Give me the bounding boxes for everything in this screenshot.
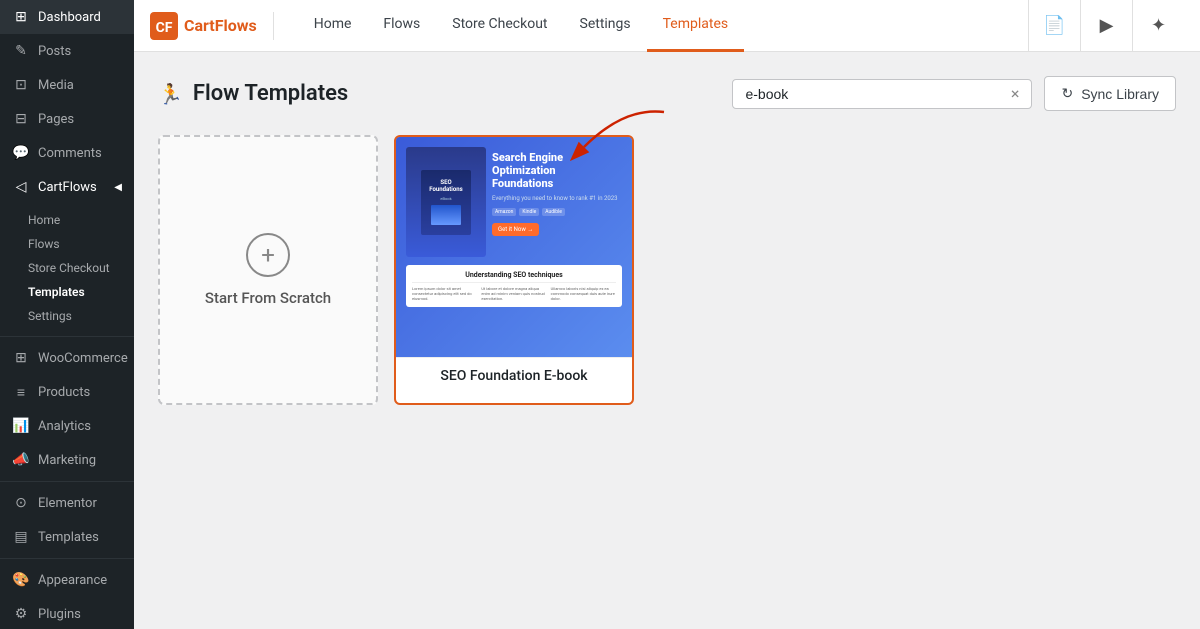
sidebar-item-cartflows[interactable]: ◁ CartFlows ◀ <box>0 170 134 204</box>
templates-grid: + Start From Scratch SEOFoundations eBoo… <box>158 135 1176 405</box>
sidebar-item-posts[interactable]: ✎ Posts <box>0 34 134 68</box>
video-icon-button[interactable]: ▶ <box>1080 0 1132 52</box>
sidebar-item-products[interactable]: ≡ Products <box>0 375 134 409</box>
template-card-seo-foundation[interactable]: SEOFoundations eBook Search EngineOptimi… <box>394 135 634 405</box>
page-header: 🏃 Flow Templates × ↻ Sync Library <box>158 76 1176 111</box>
search-input[interactable] <box>745 86 1002 102</box>
seo-book-cover: SEOFoundations eBook <box>406 147 486 257</box>
search-clear-button[interactable]: × <box>1011 86 1020 102</box>
plus-icon: + <box>246 233 290 277</box>
video-icon: ▶ <box>1100 15 1114 36</box>
submenu-flows[interactable]: Flows <box>0 232 134 256</box>
sidebar-item-plugins[interactable]: ⚙ Plugins <box>0 597 134 629</box>
elementor-icon: ⊙ <box>12 494 30 512</box>
nav-templates[interactable]: Templates <box>647 0 745 52</box>
docs-icon-button[interactable]: 📄 <box>1028 0 1080 52</box>
top-navigation: CF CartFlows Home Flows Store Checkout S… <box>134 0 1200 52</box>
analytics-icon: 📊 <box>12 417 30 435</box>
comments-icon: 💬 <box>12 144 30 162</box>
brand-logo: CF CartFlows <box>150 12 274 40</box>
submenu-templates[interactable]: Templates <box>0 280 134 304</box>
seo-col-1: Lorem ipsum dolor sit amet consectetur a… <box>412 286 477 301</box>
submenu-settings[interactable]: Settings <box>0 304 134 328</box>
submenu-home[interactable]: Home <box>0 208 134 232</box>
seo-right-content: Search EngineOptimizationFoundations Eve… <box>492 147 622 257</box>
seo-main-headline: Search EngineOptimizationFoundations <box>492 151 622 191</box>
cartflows-icon: ◁ <box>12 178 30 196</box>
templates2-icon: ▤ <box>12 528 30 546</box>
products-icon: ≡ <box>12 383 30 401</box>
sidebar-item-pages[interactable]: ⊟ Pages <box>0 102 134 136</box>
sidebar-item-elementor[interactable]: ⊙ Elementor <box>0 486 134 520</box>
page-title: Flow Templates <box>193 81 348 106</box>
template-preview-seo: SEOFoundations eBook Search EngineOptimi… <box>396 137 632 357</box>
nav-items: Home Flows Store Checkout Settings Templ… <box>298 0 1028 52</box>
dashboard-icon: ⊞ <box>12 8 30 26</box>
seo-badge-1: Amazon <box>492 208 516 216</box>
seo-bottom-columns: Lorem ipsum dolor sit amet consectetur a… <box>412 286 616 301</box>
sidebar: ⊞ Dashboard ✎ Posts ⊡ Media ⊟ Pages 💬 Co… <box>0 0 134 629</box>
sidebar-item-comments[interactable]: 💬 Comments <box>0 136 134 170</box>
main-content: CF CartFlows Home Flows Store Checkout S… <box>134 0 1200 629</box>
nav-home[interactable]: Home <box>298 0 368 52</box>
pages-icon: ⊟ <box>12 110 30 128</box>
sidebar-item-analytics[interactable]: 📊 Analytics <box>0 409 134 443</box>
nav-flows[interactable]: Flows <box>367 0 436 52</box>
gear-icon-button[interactable]: ✦ <box>1132 0 1184 52</box>
sidebar-item-woocommerce[interactable]: ⊞ WooCommerce <box>0 341 134 375</box>
sidebar-item-marketing[interactable]: 📣 Marketing <box>0 443 134 477</box>
seo-bottom-title: Understanding SEO techniques <box>412 271 616 279</box>
sidebar-item-dashboard[interactable]: ⊞ Dashboard <box>0 0 134 34</box>
seo-col-3: Ullamco laboris nisi aliquip ex ea commo… <box>551 286 616 301</box>
sidebar-divider-3 <box>0 558 134 559</box>
seo-divider <box>412 282 616 283</box>
page-content: 🏃 Flow Templates × ↻ Sync Library + Star… <box>134 52 1200 629</box>
seo-badge-2: Kindle <box>519 208 539 216</box>
marketing-icon: 📣 <box>12 451 30 469</box>
sync-library-button[interactable]: ↻ Sync Library <box>1044 76 1176 111</box>
svg-text:CF: CF <box>156 20 173 36</box>
seo-badges: Amazon Kindle Audible <box>492 208 622 216</box>
sync-icon: ↻ <box>1061 85 1073 102</box>
cartflows-submenu: Home Flows Store Checkout Templates Sett… <box>0 204 134 332</box>
woocommerce-icon: ⊞ <box>12 349 30 367</box>
template-card-label: SEO Foundation E-book <box>396 357 632 394</box>
header-controls: × ↻ Sync Library <box>732 76 1176 111</box>
nav-right-icons: 📄 ▶ ✦ <box>1028 0 1184 52</box>
sidebar-divider-2 <box>0 481 134 482</box>
nav-settings[interactable]: Settings <box>564 0 647 52</box>
sidebar-divider-1 <box>0 336 134 337</box>
search-bar: × <box>732 79 1032 109</box>
docs-icon: 📄 <box>1043 15 1065 36</box>
start-from-scratch-card[interactable]: + Start From Scratch <box>158 135 378 405</box>
cartflows-collapse-icon: ◀ <box>114 182 122 193</box>
flow-templates-icon: 🏃 <box>158 82 183 106</box>
sidebar-item-appearance[interactable]: 🎨 Appearance <box>0 563 134 597</box>
seo-col-2: Ut labore et dolore magna aliqua enim ad… <box>481 286 546 301</box>
seo-badge-3: Audible <box>542 208 565 216</box>
plugins-icon: ⚙ <box>12 605 30 623</box>
media-icon: ⊡ <box>12 76 30 94</box>
posts-icon: ✎ <box>12 42 30 60</box>
seo-mockup: SEOFoundations eBook Search EngineOptimi… <box>396 137 632 357</box>
sidebar-item-templates2[interactable]: ▤ Templates <box>0 520 134 554</box>
appearance-icon: 🎨 <box>12 571 30 589</box>
seo-cta-button: Get it Now → <box>492 223 539 236</box>
submenu-store-checkout[interactable]: Store Checkout <box>0 256 134 280</box>
scratch-label: Start From Scratch <box>205 289 331 307</box>
gear-icon: ✦ <box>1151 15 1166 36</box>
seo-top-section: SEOFoundations eBook Search EngineOptimi… <box>406 147 622 257</box>
seo-bottom-section: Understanding SEO techniques Lorem ipsum… <box>406 265 622 307</box>
sidebar-item-media[interactable]: ⊡ Media <box>0 68 134 102</box>
cartflows-logo-icon: CF <box>150 12 178 40</box>
nav-store-checkout[interactable]: Store Checkout <box>436 0 563 52</box>
page-title-group: 🏃 Flow Templates <box>158 81 348 106</box>
seo-sub-text: Everything you need to know to rank #1 i… <box>492 195 622 202</box>
